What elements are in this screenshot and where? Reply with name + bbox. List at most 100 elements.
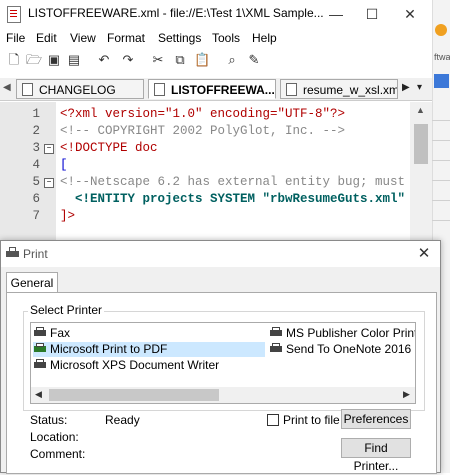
app-icon xyxy=(7,6,21,23)
find-icon[interactable]: ⌕ xyxy=(224,52,240,68)
printer-name: Microsoft Print to PDF xyxy=(50,342,168,356)
cut-icon[interactable]: ✂ xyxy=(150,52,166,68)
editor-titlebar: LISTOFFREEWARE.xml - file://E:\Test 1\XM… xyxy=(0,0,432,28)
open-file-icon[interactable]: 🗁 xyxy=(26,52,42,68)
document-icon xyxy=(154,83,165,96)
tab-resume[interactable]: resume_w_xsl.xml xyxy=(280,79,398,99)
scroll-thumb[interactable] xyxy=(414,124,428,164)
printer-ms-publisher[interactable]: MS Publisher Color Print xyxy=(269,326,415,341)
redo-icon[interactable]: ↷ xyxy=(120,52,136,68)
line-number: 1 xyxy=(32,107,40,121)
divider xyxy=(432,220,450,221)
printer-list-scrollbar[interactable]: ◀ ▶ xyxy=(31,387,415,403)
menubar: File Edit View Format Settings Tools Hel… xyxy=(0,28,432,48)
printer-onenote[interactable]: Send To OneNote 2016 xyxy=(269,342,415,357)
group-label: Select Printer xyxy=(28,303,105,317)
dialog-title: Print xyxy=(23,247,48,261)
save-icon[interactable]: ▣ xyxy=(46,52,62,68)
printer-icon xyxy=(6,247,19,259)
code-line: [ xyxy=(60,158,68,172)
partial-label: ftwa xyxy=(434,52,450,62)
tab-label: resume_w_xsl.xml xyxy=(303,83,398,97)
code-line: <?xml version="1.0" encoding="UTF-8"?> xyxy=(60,107,346,121)
menu-settings[interactable]: Settings xyxy=(158,31,201,45)
code-line: <!--Netscape 6.2 has external entity bug… xyxy=(60,175,406,189)
printer-icon xyxy=(269,327,283,338)
code-line: <!-- COPYRIGHT 2002 PolyGlot, Inc. --> xyxy=(60,124,346,138)
code-line: ]> xyxy=(60,209,76,223)
divider xyxy=(432,120,450,121)
printer-xps[interactable]: Microsoft XPS Document Writer xyxy=(33,358,263,373)
line-number: 6 xyxy=(32,192,40,206)
window-title: LISTOFFREEWARE.xml - file://E:\Test 1\XM… xyxy=(28,6,324,20)
divider xyxy=(432,140,450,141)
menu-edit[interactable]: Edit xyxy=(36,31,57,45)
tab-scroll-left-icon[interactable]: ◀ xyxy=(3,82,11,93)
document-icon xyxy=(286,83,297,96)
scroll-right-icon[interactable]: ▶ xyxy=(403,389,410,400)
printer-icon xyxy=(269,343,283,354)
paste-icon[interactable]: 📋 xyxy=(194,52,210,68)
tab-scroll-right-icon[interactable]: ▶ xyxy=(402,82,410,93)
print-to-file-checkbox[interactable] xyxy=(267,414,279,426)
tab-label: LISTOFFREEWA... xyxy=(171,83,275,97)
printer-icon xyxy=(33,359,47,370)
document-icon xyxy=(22,83,33,96)
printer-icon xyxy=(33,327,47,338)
tab-listoffreeware[interactable]: LISTOFFREEWA... xyxy=(148,79,276,99)
status-value: Ready xyxy=(105,413,140,427)
document-tabs: ◀ CHANGELOG LISTOFFREEWA... resume_w_xsl… xyxy=(0,78,432,101)
close-button[interactable]: ✕ xyxy=(392,0,428,28)
copy-icon[interactable]: ⧉ xyxy=(172,52,188,68)
dialog-titlebar: Print ✕ xyxy=(1,241,440,267)
status-label: Status: xyxy=(30,413,68,427)
code-editor[interactable]: 1 2 3 4 5 6 7 − − <?xml version="1.0" en… xyxy=(0,102,410,242)
location-label: Location: xyxy=(30,430,79,444)
minimize-button[interactable]: — xyxy=(318,0,354,28)
printer-name: Fax xyxy=(50,326,71,340)
printer-name: Send To OneNote 2016 xyxy=(286,342,412,356)
line-number: 2 xyxy=(32,124,40,138)
printer-microsoft-print-to-pdf[interactable]: Microsoft Print to PDF xyxy=(33,342,265,357)
line-number: 5 xyxy=(32,175,40,189)
close-icon[interactable]: ✕ xyxy=(414,244,434,264)
print-to-file-label: Print to file xyxy=(283,413,340,427)
preferences-button[interactable]: Preferences xyxy=(341,409,411,429)
line-number: 4 xyxy=(32,158,40,172)
new-file-icon[interactable]: 🗋 xyxy=(6,52,22,68)
code-line: <!ENTITY projects SYSTEM "rbwResumeGuts.… xyxy=(60,192,406,206)
fold-toggle-icon[interactable]: − xyxy=(44,144,54,154)
fold-toggle-icon[interactable]: − xyxy=(44,178,54,188)
tab-general[interactable]: General xyxy=(6,272,58,293)
menu-tools[interactable]: Tools xyxy=(212,31,240,45)
line-number: 7 xyxy=(32,209,40,223)
undo-icon[interactable]: ↶ xyxy=(96,52,112,68)
menu-file[interactable]: File xyxy=(6,31,25,45)
app-logo-icon xyxy=(435,24,447,36)
default-printer-icon xyxy=(33,343,47,354)
find-printer-button[interactable]: Find Printer... xyxy=(341,438,411,473)
tab-list-dropdown-icon[interactable]: ▾ xyxy=(417,82,422,93)
divider xyxy=(432,180,450,181)
scroll-up-icon[interactable]: ▲ xyxy=(416,105,425,115)
comment-label: Comment: xyxy=(30,447,86,461)
printer-fax[interactable]: Fax xyxy=(33,326,233,341)
tab-label: CHANGELOG xyxy=(39,83,116,97)
save-all-icon[interactable]: ▤ xyxy=(66,52,82,68)
menu-help[interactable]: Help xyxy=(252,31,277,45)
menu-view[interactable]: View xyxy=(70,31,96,45)
maximize-button[interactable]: ☐ xyxy=(354,0,390,28)
menu-format[interactable]: Format xyxy=(107,31,145,45)
scroll-left-icon[interactable]: ◀ xyxy=(35,389,42,400)
printer-name: Microsoft XPS Document Writer xyxy=(50,358,220,372)
line-number: 3 xyxy=(32,141,40,155)
vertical-scrollbar[interactable]: ▲ xyxy=(410,102,432,242)
scroll-thumb[interactable] xyxy=(49,389,219,401)
tab-changelog[interactable]: CHANGELOG xyxy=(16,79,144,99)
partial-toolbar-icon xyxy=(434,74,449,88)
printer-name: MS Publisher Color Print xyxy=(286,326,416,340)
replace-icon[interactable]: ✎ xyxy=(246,52,262,68)
toolbar: 🗋 🗁 ▣ ▤ ↶ ↷ ✂ ⧉ 📋 ⌕ ✎ xyxy=(0,48,432,72)
divider xyxy=(432,200,450,201)
divider xyxy=(432,160,450,161)
